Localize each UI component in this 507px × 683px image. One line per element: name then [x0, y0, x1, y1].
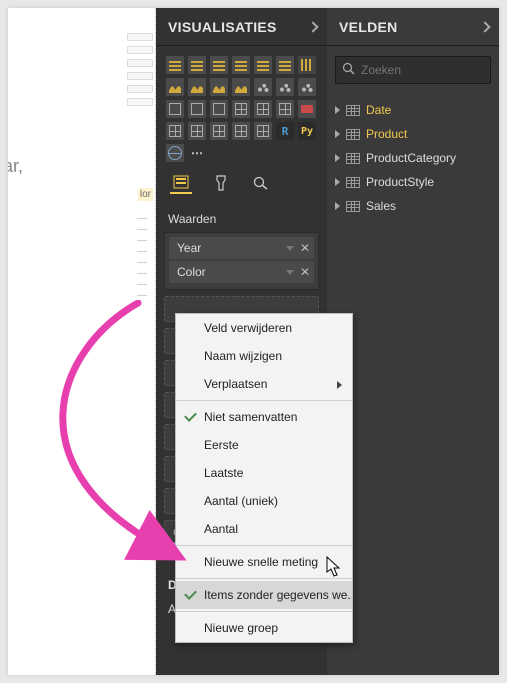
viz-gallery: RPy ⋯: [156, 46, 327, 168]
pill-remove-icon[interactable]: ✕: [300, 241, 310, 255]
viz-type-icon[interactable]: [188, 100, 206, 118]
table-icon: [346, 201, 360, 212]
menu-separator: [176, 578, 352, 579]
context-menu-item[interactable]: Items zonder gegevens we...: [176, 581, 352, 609]
collapse-icon[interactable]: [479, 21, 490, 32]
viz-type-icon[interactable]: [210, 122, 228, 140]
table-icon: [346, 177, 360, 188]
viz-type-icon[interactable]: [166, 78, 184, 96]
table-icon: [346, 153, 360, 164]
table-row[interactable]: ProductCategory: [329, 146, 497, 170]
expand-icon[interactable]: [335, 154, 340, 162]
table-name: Date: [366, 103, 391, 117]
viz-type-icon[interactable]: [166, 144, 184, 162]
values-well[interactable]: Year ✕ Color ✕: [164, 232, 319, 290]
expand-icon[interactable]: [335, 202, 340, 210]
expand-icon[interactable]: [335, 178, 340, 186]
visualizations-title: VISUALISATIES: [168, 19, 277, 35]
context-menu-item[interactable]: Veld verwijderen: [176, 314, 352, 342]
pill-dropdown-icon[interactable]: [286, 246, 294, 251]
value-pill-year[interactable]: Year ✕: [169, 237, 314, 259]
context-menu-item[interactable]: Nieuwe groep: [176, 614, 352, 642]
table-row[interactable]: ProductStyle: [329, 170, 497, 194]
table-icon: [346, 129, 360, 140]
viz-type-icon[interactable]: ⋯: [188, 144, 206, 162]
viz-type-icon[interactable]: [210, 100, 228, 118]
viz-type-icon[interactable]: [210, 78, 228, 96]
viz-type-icon[interactable]: [232, 56, 250, 74]
context-menu-item[interactable]: Naam wijzigen: [176, 342, 352, 370]
canvas-color-label: lor: [138, 188, 153, 201]
viz-type-icon[interactable]: [210, 56, 228, 74]
canvas-year-text: g jaar,: [8, 156, 23, 177]
context-menu-item[interactable]: Aantal (uniek): [176, 487, 352, 515]
pill-label: Year: [177, 241, 201, 255]
table-name: Product: [366, 127, 407, 141]
table-name: Sales: [366, 199, 396, 213]
table-row[interactable]: Product: [329, 122, 497, 146]
value-pill-color[interactable]: Color ✕: [169, 261, 314, 283]
viz-type-icon[interactable]: [166, 122, 184, 140]
menu-separator: [176, 400, 352, 401]
viz-type-icon[interactable]: [254, 100, 272, 118]
visualizations-header[interactable]: VISUALISATIES: [156, 8, 327, 46]
viz-type-icon[interactable]: [188, 56, 206, 74]
expand-icon[interactable]: [335, 106, 340, 114]
context-menu-item[interactable]: Niet samenvatten: [176, 403, 352, 431]
report-canvas[interactable]: g jaar, lor: [8, 8, 156, 675]
viz-type-icon[interactable]: [254, 122, 272, 140]
viz-type-icon[interactable]: R: [276, 122, 294, 140]
viz-type-icon[interactable]: [254, 56, 272, 74]
viz-type-icon[interactable]: [254, 78, 272, 96]
table-row[interactable]: Date: [329, 98, 497, 122]
menu-separator: [176, 611, 352, 612]
viz-type-icon[interactable]: [276, 78, 294, 96]
context-menu-item[interactable]: Nieuwe snelle meting: [176, 548, 352, 576]
collapse-icon[interactable]: [307, 21, 318, 32]
field-context-menu: Veld verwijderenNaam wijzigenVerplaatsen…: [175, 313, 353, 643]
fields-header[interactable]: VELDEN: [327, 8, 499, 46]
viz-type-icon[interactable]: [298, 56, 316, 74]
tab-analytics[interactable]: [250, 172, 272, 194]
tab-fields[interactable]: [170, 172, 192, 194]
table-icon: [346, 105, 360, 116]
viz-type-icon[interactable]: [298, 78, 316, 96]
context-menu-item[interactable]: Laatste: [176, 459, 352, 487]
pill-remove-icon[interactable]: ✕: [300, 265, 310, 279]
canvas-rows-stub: [137, 208, 147, 303]
menu-separator: [176, 545, 352, 546]
context-menu-item[interactable]: Aantal: [176, 515, 352, 543]
table-name: ProductStyle: [366, 175, 434, 189]
viz-type-icon[interactable]: [232, 100, 250, 118]
table-row[interactable]: Sales: [329, 194, 497, 218]
context-menu-item[interactable]: Verplaatsen: [176, 370, 352, 398]
viz-type-icon[interactable]: [166, 100, 184, 118]
values-label: Waarden: [156, 204, 327, 232]
viz-tabs: [156, 168, 327, 204]
context-menu-item[interactable]: Eerste: [176, 431, 352, 459]
tables-list: Date Product ProductCategory ProductStyle Sa…: [327, 94, 499, 222]
expand-icon[interactable]: [335, 130, 340, 138]
viz-type-icon[interactable]: [232, 122, 250, 140]
table-name: ProductCategory: [366, 151, 456, 165]
canvas-widget-stub: [127, 28, 153, 111]
fields-title: VELDEN: [339, 19, 398, 35]
search-input[interactable]: [361, 63, 499, 77]
search-icon: [342, 62, 355, 78]
viz-type-icon[interactable]: [166, 56, 184, 74]
viz-type-icon[interactable]: [188, 122, 206, 140]
tab-format[interactable]: [210, 172, 232, 194]
viz-type-icon[interactable]: [276, 100, 294, 118]
viz-type-icon[interactable]: Py: [298, 122, 316, 140]
viz-type-icon[interactable]: [276, 56, 294, 74]
viz-type-icon[interactable]: [188, 78, 206, 96]
pill-label: Color: [177, 265, 206, 279]
fields-search[interactable]: [335, 56, 491, 84]
viz-type-icon[interactable]: [298, 100, 316, 118]
pill-dropdown-icon[interactable]: [286, 270, 294, 275]
viz-type-icon[interactable]: [232, 78, 250, 96]
